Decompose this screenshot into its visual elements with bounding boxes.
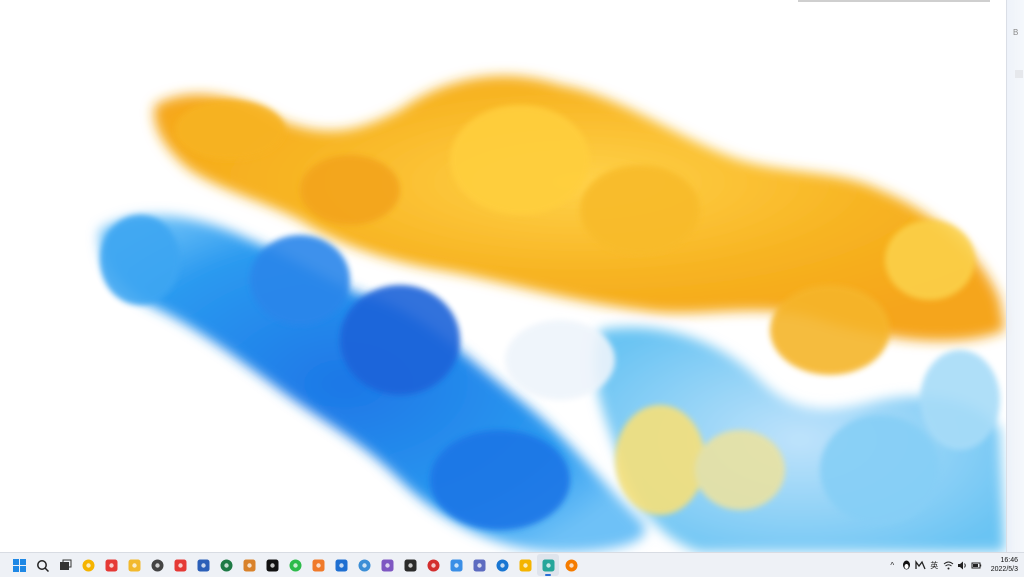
- taskbar-app-wechat[interactable]: [284, 554, 306, 576]
- app-arrow-icon: [496, 559, 508, 571]
- taskbar-app-app-cyan[interactable]: [537, 554, 559, 576]
- netease-music-icon: [427, 559, 439, 571]
- clock-date: 2022/5/3: [990, 566, 1018, 573]
- app-red-icon: [174, 559, 186, 571]
- taskbar-app-app-purple[interactable]: [376, 554, 398, 576]
- app-cloud-icon: [450, 559, 462, 571]
- excel-icon: [220, 559, 232, 571]
- taskbar-app-file-explorer[interactable]: [123, 554, 145, 576]
- clock-time: 16:46: [1000, 557, 1018, 564]
- taskbar-app-excel[interactable]: [215, 554, 237, 576]
- qq-tray-icon[interactable]: [901, 560, 912, 571]
- overflow-chevron-icon[interactable]: ^: [887, 560, 898, 571]
- app-orange-icon: [312, 559, 324, 571]
- taskbar-app-app-m[interactable]: [146, 554, 168, 576]
- side-panel-bar: [1015, 70, 1023, 78]
- wifi-icon[interactable]: [943, 560, 954, 571]
- taskbar-apps: [8, 554, 583, 576]
- file-explorer-icon: [128, 559, 140, 571]
- app-dark-yellow-icon: [404, 559, 416, 571]
- taskbar-app-app-orange[interactable]: [307, 554, 329, 576]
- windows-icon: [12, 558, 26, 572]
- taskbar-app-app-play[interactable]: [560, 554, 582, 576]
- start-button[interactable]: [8, 554, 30, 576]
- desktop-wallpaper: [0, 0, 1024, 552]
- app-circle-icon: [473, 559, 485, 571]
- app-blue-arrow-icon: [335, 559, 347, 571]
- window-edge: [798, 0, 990, 2]
- taskbar-app-app-red[interactable]: [169, 554, 191, 576]
- system-tray: ^ 英 16:46 2022/5/3: [887, 553, 1018, 577]
- volume-icon[interactable]: [957, 560, 968, 571]
- taskbar-app-chrome[interactable]: [100, 554, 122, 576]
- taskbar-app-app-network[interactable]: [353, 554, 375, 576]
- app-play-icon: [565, 559, 577, 571]
- task-view-icon: [59, 559, 71, 570]
- taskbar-app-word[interactable]: [192, 554, 214, 576]
- taskbar-app-app-puzzle[interactable]: [514, 554, 536, 576]
- search-button[interactable]: [31, 554, 53, 576]
- battery-icon[interactable]: [971, 560, 982, 571]
- app-cyan-icon: [542, 559, 554, 571]
- taskbar-app-netease-music[interactable]: [422, 554, 444, 576]
- clock[interactable]: 16:46 2022/5/3: [991, 556, 1018, 574]
- taskbar-app-app-blue-arrow[interactable]: [330, 554, 352, 576]
- side-panel-glyph: B: [1013, 28, 1019, 37]
- search-icon: [36, 559, 49, 572]
- app-puzzle-icon: [519, 559, 531, 571]
- taskbar-app-app-arrow[interactable]: [491, 554, 513, 576]
- taskbar-app-app-dark-yellow[interactable]: [399, 554, 421, 576]
- word-icon: [197, 559, 209, 571]
- taskbar-app-app-cloud[interactable]: [445, 554, 467, 576]
- qq-icon: [266, 559, 278, 571]
- taskbar-app-app-yellow[interactable]: [77, 554, 99, 576]
- taskbar: ^ 英 16:46 2022/5/3: [0, 552, 1024, 577]
- input-method-indicator[interactable]: 英: [929, 560, 940, 571]
- app-yellow-icon: [82, 559, 94, 571]
- chrome-icon: [105, 559, 117, 571]
- side-panel[interactable]: B: [1006, 0, 1024, 552]
- app-m-icon: [151, 559, 163, 571]
- app-purple-icon: [381, 559, 393, 571]
- app-network-icon: [358, 559, 370, 571]
- app-m-tray-icon[interactable]: [915, 559, 926, 571]
- wechat-icon: [289, 559, 301, 571]
- app-orange-dark-icon: [243, 559, 255, 571]
- task-view-button[interactable]: [54, 554, 76, 576]
- taskbar-app-app-orange-dark[interactable]: [238, 554, 260, 576]
- taskbar-app-qq[interactable]: [261, 554, 283, 576]
- taskbar-app-app-circle[interactable]: [468, 554, 490, 576]
